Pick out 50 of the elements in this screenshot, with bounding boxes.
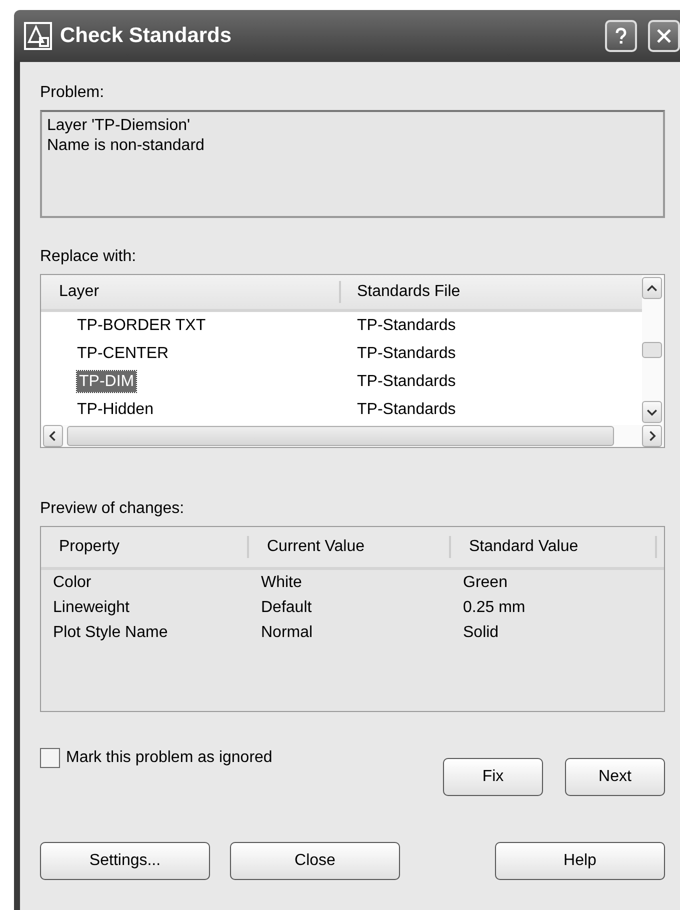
dialog-button[interactable]: Help bbox=[495, 842, 665, 880]
table-cell-text: Green bbox=[462, 574, 508, 592]
problem-text: Name is non-standard bbox=[47, 136, 206, 156]
table-cell-text: Color bbox=[52, 574, 92, 592]
scroll-up-icon[interactable] bbox=[642, 277, 662, 299]
action-button[interactable]: Next bbox=[565, 758, 665, 796]
scrollbar-thumb[interactable] bbox=[67, 426, 614, 446]
ignore-checkbox[interactable] bbox=[40, 748, 60, 768]
scroll-left-icon[interactable] bbox=[43, 425, 63, 447]
scroll-right-icon[interactable] bbox=[642, 425, 662, 447]
vertical-scrollbar[interactable] bbox=[642, 275, 664, 425]
table-cell-text: Plot Style Name bbox=[52, 624, 169, 642]
column-header[interactable]: Current Value bbox=[249, 536, 451, 558]
action-button[interactable]: Fix bbox=[443, 758, 543, 796]
scroll-down-icon[interactable] bbox=[642, 401, 662, 423]
standards-file: TP-Standards bbox=[356, 401, 456, 419]
horizontal-scrollbar[interactable] bbox=[41, 425, 664, 447]
problem-label: Problem: bbox=[40, 84, 106, 102]
table-cell-text: Normal bbox=[260, 624, 314, 642]
standards-file: TP-Standards bbox=[356, 345, 456, 363]
column-header[interactable]: Property bbox=[41, 536, 249, 558]
table-cell-text: White bbox=[260, 574, 303, 592]
table-cell-text: Default bbox=[260, 598, 313, 616]
table-cell-text: 0.25 mm bbox=[462, 598, 526, 616]
column-header[interactable]: Layer bbox=[41, 281, 341, 303]
layer-row[interactable]: TP-BORDER TXT TP-Standards bbox=[41, 312, 642, 340]
help-button[interactable] bbox=[605, 20, 637, 52]
layer-row[interactable]: TP-Hidden TP-Standards bbox=[41, 396, 642, 424]
replace-label: Replace with: bbox=[40, 248, 138, 266]
layer-name: TP-DIM bbox=[77, 371, 136, 392]
standards-file: TP-Standards bbox=[356, 317, 456, 335]
layer-row[interactable]: TP-DIM TP-Standards bbox=[41, 368, 642, 396]
dialog-button[interactable]: Settings... bbox=[40, 842, 210, 880]
column-header[interactable]: Standard Value bbox=[451, 536, 657, 558]
problem-text: Layer 'TP-Diemsion' bbox=[47, 116, 192, 136]
table-cell-text: Lineweight bbox=[52, 598, 130, 616]
preview-label: Preview of changes: bbox=[40, 500, 186, 518]
app-icon bbox=[24, 22, 52, 50]
layer-name: TP-Hidden bbox=[77, 401, 154, 418]
window-title: Check Standards bbox=[60, 24, 233, 48]
layer-name: TP-CENTER bbox=[77, 345, 169, 362]
standards-file: TP-Standards bbox=[356, 373, 456, 391]
ignore-label[interactable]: Mark this problem as ignored bbox=[66, 749, 272, 767]
table-cell-text: Solid bbox=[462, 624, 499, 642]
dialog-button[interactable]: Close bbox=[230, 842, 400, 880]
close-button[interactable] bbox=[648, 20, 680, 52]
layer-row[interactable]: TP-CENTER TP-Standards bbox=[41, 340, 642, 368]
column-header[interactable]: Standards File bbox=[341, 281, 460, 303]
scrollbar-thumb[interactable] bbox=[642, 342, 662, 358]
layer-name: TP-BORDER TXT bbox=[77, 317, 206, 334]
